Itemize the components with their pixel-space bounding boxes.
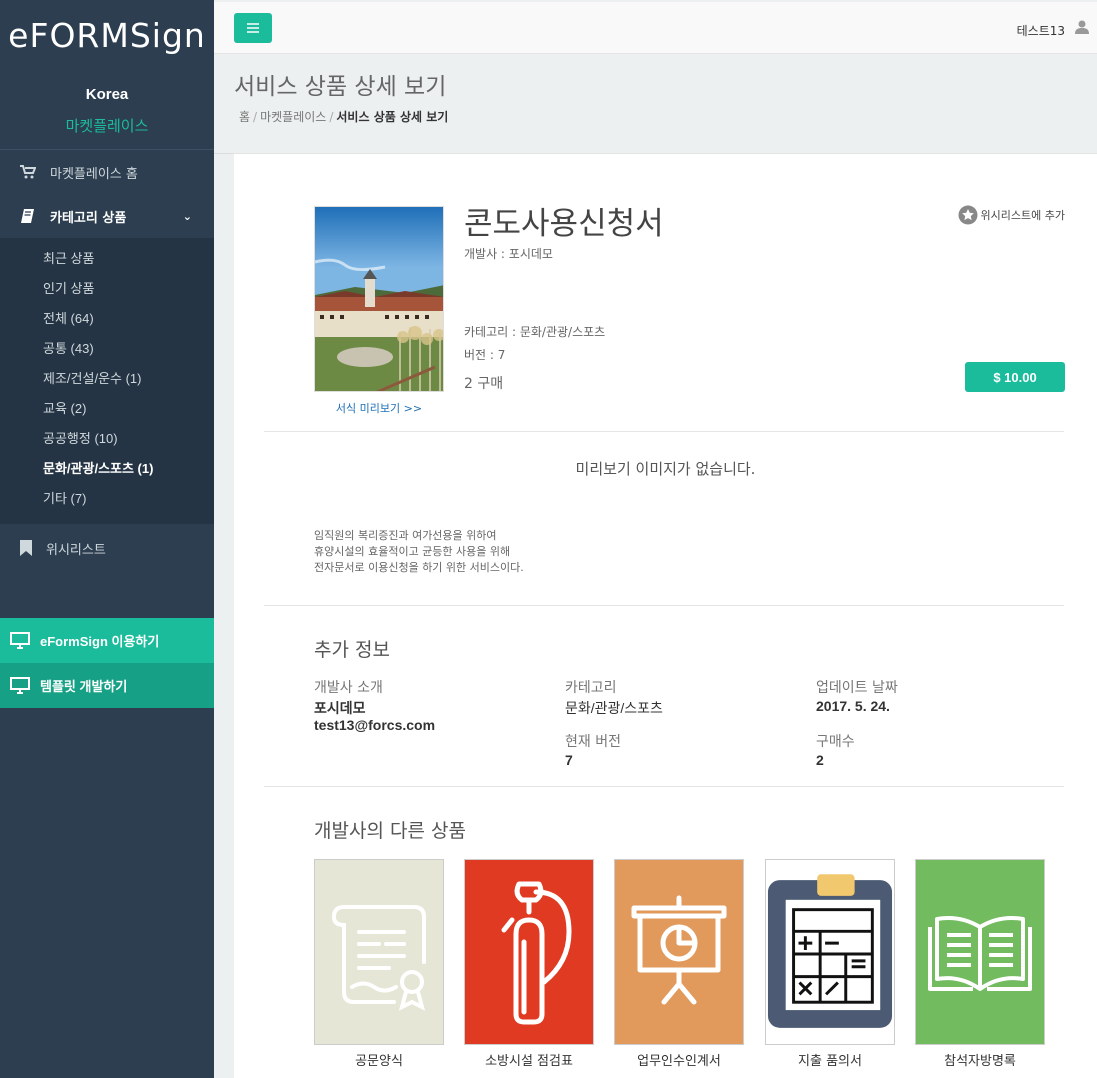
cart-icon xyxy=(20,165,36,179)
price-buy-button[interactable]: $ 10.00 xyxy=(965,362,1065,392)
use-eformsign-button[interactable]: eFormSign 이용하기 xyxy=(0,618,214,663)
product-detail-card: 서식 미리보기 >> 콘도사용신청서 개발사 : 포시데모 카테고리 : 문화/… xyxy=(234,153,1097,1078)
country-label: Korea xyxy=(85,86,129,103)
product-thumbnail[interactable] xyxy=(314,206,444,392)
product-name[interactable]: 업무인수인계서 xyxy=(614,1050,744,1069)
description-line: 전자문서로 이용신청을 하기 위한 서비스이다. xyxy=(314,561,524,574)
product-name[interactable]: 공문양식 xyxy=(314,1050,444,1069)
other-product-card[interactable]: 지출 품의서 xyxy=(765,859,895,1069)
current-version-label: 현재 버전 xyxy=(565,734,621,750)
star-icon xyxy=(958,205,978,225)
divider xyxy=(264,431,1064,432)
current-version-value: 7 xyxy=(565,752,573,768)
product-description: 임직원의 복리증진과 여가선용을 위하여 휴양시설의 효율적이고 균등한 사용을… xyxy=(314,528,524,576)
sidebar-item-label: 위시리스트 xyxy=(46,542,106,558)
certificate-scroll-icon xyxy=(331,905,426,1011)
chevron-down-icon: ⌄ xyxy=(182,209,192,223)
developer-name: 포시데모 xyxy=(314,700,366,716)
updated-date-value: 2017. 5. 24. xyxy=(816,698,890,714)
sidebar-item-label: 카테고리 상품 xyxy=(50,210,127,226)
sidebar-item-category[interactable]: 카테고리 상품 ⌄ xyxy=(0,194,214,238)
divider xyxy=(264,786,1064,787)
developer-email[interactable]: test13@forcs.com xyxy=(314,717,435,733)
product-name[interactable]: 소방시설 점검표 xyxy=(464,1050,594,1069)
product-image[interactable] xyxy=(765,859,895,1045)
marketplace-link[interactable]: 마켓플레이스 xyxy=(0,115,214,136)
add-to-wishlist-button[interactable]: 위시리스트에 추가 xyxy=(958,205,1065,225)
book-icon xyxy=(21,209,34,223)
category-item-active[interactable]: 문화/관광/스포츠 (1) xyxy=(0,454,214,484)
product-purchases: 2 구매 xyxy=(464,376,504,392)
page-header: 서비스 상품 상세 보기 홈 / 마켓플레이스 / 서비스 상품 상세 보기 xyxy=(214,54,1097,154)
use-eformsign-label: eFormSign 이용하기 xyxy=(40,634,160,649)
breadcrumb-marketplace[interactable]: 마켓플레이스 xyxy=(260,110,326,124)
category-item[interactable]: 공공행정 (10) xyxy=(0,424,214,454)
product-developer: 개발사 : 포시데모 xyxy=(464,247,553,261)
category-item[interactable]: 공통 (43) xyxy=(0,334,214,364)
sidebar: eFORMSign Korea 마켓플레이스 마켓플레이스 홈 카테고리 상품 … xyxy=(0,0,214,1078)
description-line: 임직원의 복리증진과 여가선용을 위하여 xyxy=(314,529,497,542)
product-category: 카테고리 : 문화/관광/스포츠 xyxy=(464,325,606,339)
breadcrumb-home[interactable]: 홈 xyxy=(239,110,250,124)
category-item[interactable]: 인기 상품 xyxy=(0,274,214,304)
divider xyxy=(264,605,1064,606)
product-image[interactable] xyxy=(614,859,744,1045)
fire-extinguisher-icon xyxy=(501,881,572,1025)
additional-info-title: 추가 정보 xyxy=(314,639,390,661)
sidebar-item-wishlist[interactable]: 위시리스트 xyxy=(0,526,214,570)
other-product-card[interactable]: 업무인수인계서 xyxy=(614,859,744,1069)
product-image[interactable] xyxy=(464,859,594,1045)
app-logo[interactable]: eFORMSign xyxy=(0,0,214,70)
purchase-count-label: 구매수 xyxy=(816,734,855,750)
other-products-title: 개발사의 다른 상품 xyxy=(314,820,466,842)
category-item[interactable]: 최근 상품 xyxy=(0,244,214,274)
monitor-icon xyxy=(10,632,30,649)
sidebar-item-marketplace-home[interactable]: 마켓플레이스 홈 xyxy=(0,150,214,194)
updated-date-label: 업데이트 날짜 xyxy=(816,680,898,696)
other-product-card[interactable]: 공문양식 xyxy=(314,859,444,1069)
product-name[interactable]: 참석자방명록 xyxy=(915,1050,1045,1069)
product-image[interactable] xyxy=(915,859,1045,1045)
category-item[interactable]: 제조/건설/운수 (1) xyxy=(0,364,214,394)
resort-photo xyxy=(315,207,443,391)
breadcrumb-current: 서비스 상품 상세 보기 xyxy=(336,110,449,124)
presentation-board-icon xyxy=(631,895,727,1005)
monitor-icon xyxy=(10,677,30,694)
form-preview-link[interactable]: 서식 미리보기 >> xyxy=(314,400,444,416)
purchase-count-value: 2 xyxy=(816,752,824,768)
description-line: 휴양시설의 효율적이고 균등한 사용을 위해 xyxy=(314,545,511,558)
bookmark-icon xyxy=(20,540,32,556)
product-version: 버전 : 7 xyxy=(464,348,506,362)
product-title: 콘도사용신청서 xyxy=(464,206,664,242)
user-name[interactable]: 테스트13 xyxy=(1017,22,1065,39)
breadcrumb: 홈 / 마켓플레이스 / 서비스 상품 상세 보기 xyxy=(239,108,448,125)
developer-intro-label: 개발사 소개 xyxy=(314,680,383,696)
other-product-card[interactable]: 참석자방명록 xyxy=(915,859,1045,1069)
sidebar-item-label: 마켓플레이스 홈 xyxy=(50,166,138,182)
product-name[interactable]: 지출 품의서 xyxy=(765,1050,895,1069)
open-book-icon xyxy=(928,916,1032,991)
category-label: 카테고리 xyxy=(565,680,617,696)
hamburger-icon xyxy=(247,23,259,33)
product-image[interactable] xyxy=(314,859,444,1045)
page-title: 서비스 상품 상세 보기 xyxy=(234,74,447,100)
category-list: 최근 상품 인기 상품 전체 (64) 공통 (43) 제조/건설/운수 (1)… xyxy=(0,238,214,524)
category-item[interactable]: 기타 (7) xyxy=(0,484,214,514)
develop-template-label: 템플릿 개발하기 xyxy=(40,679,128,694)
breadcrumb-separator: / xyxy=(253,110,258,124)
no-preview-message: 미리보기 이미지가 없습니다. xyxy=(575,460,756,478)
top-bar: 테스트13 xyxy=(214,2,1097,54)
category-value: 문화/관광/스포츠 xyxy=(565,700,663,716)
develop-template-button[interactable]: 템플릿 개발하기 xyxy=(0,663,214,708)
category-item[interactable]: 전체 (64) xyxy=(0,304,214,334)
other-product-card[interactable]: 소방시설 점검표 xyxy=(464,859,594,1069)
menu-toggle-button[interactable] xyxy=(234,13,272,43)
category-item[interactable]: 교육 (2) xyxy=(0,394,214,424)
add-to-wishlist-label: 위시리스트에 추가 xyxy=(980,209,1065,222)
calculator-clipboard-icon xyxy=(767,874,893,1028)
user-icon[interactable] xyxy=(1075,20,1089,34)
breadcrumb-separator: / xyxy=(329,110,334,124)
